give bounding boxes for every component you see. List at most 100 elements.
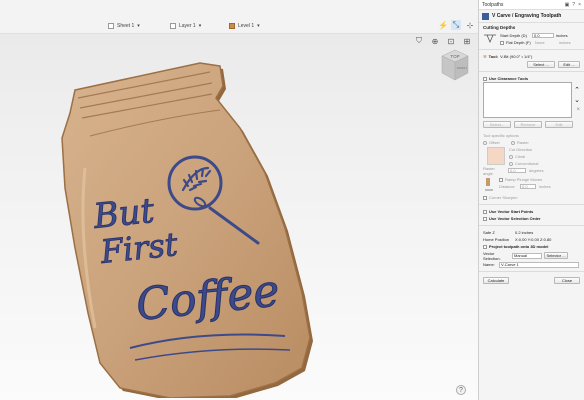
flat-depth-label: Flat Depth (F) <box>506 40 531 45</box>
toolpath-icon[interactable]: ⚡ <box>438 20 448 30</box>
home-position-value: X:0.00 Y:0.00 Z:0.80 <box>515 237 552 242</box>
start-depth-input[interactable]: 0.0 <box>532 33 554 38</box>
distance-label: Distance <box>499 184 515 189</box>
tool-select-button[interactable]: Select ... <box>527 61 555 68</box>
zoom-icon[interactable]: ⊕ <box>430 36 440 46</box>
vector-order-checkbox[interactable] <box>483 216 487 221</box>
vector-start-label: Use Vector Start Points <box>489 209 534 214</box>
tool-options-section: Tool specific options Offset Raster Cut … <box>479 130 584 203</box>
raster-label: Raster <box>517 140 529 145</box>
layer-label: Layer 1 <box>179 22 196 29</box>
view-toolbar: Sheet 1 ▾ Layer 1 ▾ Level 1 ▾ ⚡ ⤡ ⊹ <box>0 0 478 34</box>
panel-header: Toolpaths ▣ ? × <box>479 0 584 10</box>
climb-radio[interactable] <box>509 154 513 159</box>
flat-depth-checkbox[interactable] <box>500 40 504 45</box>
close-icon[interactable]: × <box>578 2 581 8</box>
clearance-edit-button[interactable]: Edit <box>545 121 573 128</box>
tool-options-heading: Tool specific options <box>483 133 519 138</box>
layer-swatch <box>170 22 176 29</box>
toolpath-name-input[interactable]: V-Carve 1 <box>499 261 579 268</box>
home-position-label: Home Position <box>483 237 510 242</box>
raster-radio[interactable] <box>511 140 515 145</box>
cutting-depths-section: Cutting Depths Start Depth (D) 0.0 inche… <box>479 23 584 48</box>
distance-unit: inches <box>539 184 551 189</box>
start-depth-unit: inches <box>556 33 568 38</box>
zoom-box-icon[interactable]: ⊡ <box>446 36 456 46</box>
position-section: Safe Z 0.2 inches Home Position X:0.00 Y:0… <box>479 227 584 270</box>
vector-start-checkbox[interactable] <box>483 209 487 214</box>
raster-angle-unit: degrees <box>529 168 544 173</box>
level-label: Level 1 <box>238 22 255 29</box>
chevron-down-icon: ▾ <box>198 22 202 29</box>
help-small-icon[interactable]: ? <box>572 2 575 8</box>
sheet-selector[interactable]: Sheet 1 ▾ <box>108 21 140 30</box>
conventional-label: Conventional <box>515 161 539 166</box>
toolpath-panel: Toolpaths ▣ ? × V Carve / Engraving Tool… <box>478 0 584 400</box>
tool-value: V-Bit (90.0° • 1/4") <box>500 54 533 59</box>
depth-diagram-icon <box>484 34 496 44</box>
help-icon[interactable]: ? <box>456 385 466 395</box>
name-label: Name: <box>483 262 495 267</box>
ramp-checkbox[interactable] <box>499 177 503 182</box>
tool-label: Tool: <box>488 54 499 59</box>
delete-icon[interactable]: × <box>576 107 580 113</box>
cutting-depths-heading: Cutting Depths <box>483 25 516 30</box>
3d-viewport[interactable]: Sheet 1 ▾ Layer 1 ▾ Level 1 ▾ ⚡ ⤡ ⊹ ⛉ ⊕ … <box>0 0 478 400</box>
corner-sharpen-label: Corner Sharpen <box>489 195 518 200</box>
mason-jar-sign-model: But First Coffee <box>61 62 313 398</box>
move-down-icon[interactable]: ⌄ <box>574 96 580 104</box>
move-up-icon[interactable]: ⌃ <box>574 86 580 94</box>
raster-angle-input[interactable]: 0.0 <box>508 168 526 173</box>
conventional-radio[interactable] <box>509 161 513 166</box>
raster-angle-label: Raster angle <box>483 165 495 176</box>
vector-selection-value: Manual <box>512 252 542 259</box>
transform-icon[interactable]: ⊹ <box>465 20 475 30</box>
offset-label: Offset <box>489 140 500 145</box>
sign-text-first: First <box>98 225 180 271</box>
vector-selection-label: Vector Selection: <box>483 250 501 261</box>
flat-depth-value: None <box>535 40 545 45</box>
tool-section: ⚒ Tool: V-Bit (90.0° • 1/4") Select ... … <box>479 51 584 70</box>
chevron-down-icon: ▾ <box>137 22 140 29</box>
view-cube-top-label: TOP <box>450 54 459 59</box>
distance-input[interactable]: 0.0 <box>520 184 536 189</box>
clearance-remove-button[interactable]: Remove <box>514 121 542 128</box>
form-title: V Carve / Engraving Toolpath <box>479 10 584 23</box>
tool-edit-button[interactable]: Edit ... <box>558 61 580 68</box>
ramp-label: Ramp Plunge Moves <box>505 177 543 182</box>
vector-order-label: Use Vector Selection Order <box>489 216 541 221</box>
pin-icon[interactable]: ▣ <box>565 2 570 8</box>
raster-preview-icon <box>487 147 505 165</box>
corner-sharpen-checkbox[interactable] <box>483 195 487 200</box>
action-buttons: Calculate Close <box>479 275 584 286</box>
offset-radio[interactable] <box>483 140 487 145</box>
select-icon[interactable]: ⤡ <box>451 20 461 30</box>
safe-z-label: Safe Z <box>483 230 495 235</box>
level-swatch <box>229 22 235 29</box>
shield-icon[interactable]: ⛉ <box>414 36 424 46</box>
view-cube-front-label: FRONT <box>457 66 467 70</box>
clearance-checkbox[interactable] <box>483 76 487 81</box>
level-selector[interactable]: Level 1 ▾ <box>229 21 260 30</box>
sheet-label: Sheet 1 <box>117 22 135 29</box>
flat-depth-unit: inches <box>559 40 571 45</box>
chevron-down-icon: ▾ <box>257 22 260 29</box>
clearance-tool-list[interactable] <box>483 82 572 118</box>
calculate-button[interactable]: Calculate <box>483 277 509 284</box>
project-checkbox[interactable] <box>483 244 487 249</box>
panel-header-title: Toolpaths <box>482 1 504 8</box>
tool-icon: ⚒ <box>483 54 487 59</box>
project-label: Project toolpath onto 3D model <box>489 244 549 249</box>
clearance-label: Use Clearance Tools <box>489 76 529 81</box>
cut-direction-label: Cut Direction <box>509 147 533 152</box>
clearance-select-button[interactable]: Select... <box>483 121 511 128</box>
zoom-extents-icon[interactable]: ⊞ <box>462 36 472 46</box>
view-cube[interactable]: TOP FRONT <box>440 48 470 84</box>
layer-selector[interactable]: Layer 1 ▾ <box>170 21 201 30</box>
selector-button[interactable]: Selector ... <box>544 252 568 259</box>
vector-options-section: Use Vector Start Points Use Vector Selec… <box>479 206 584 224</box>
climb-label: Climb <box>515 154 526 159</box>
ramp-icon <box>485 178 493 191</box>
close-button[interactable]: Close <box>554 277 580 284</box>
sheet-swatch <box>108 22 114 29</box>
